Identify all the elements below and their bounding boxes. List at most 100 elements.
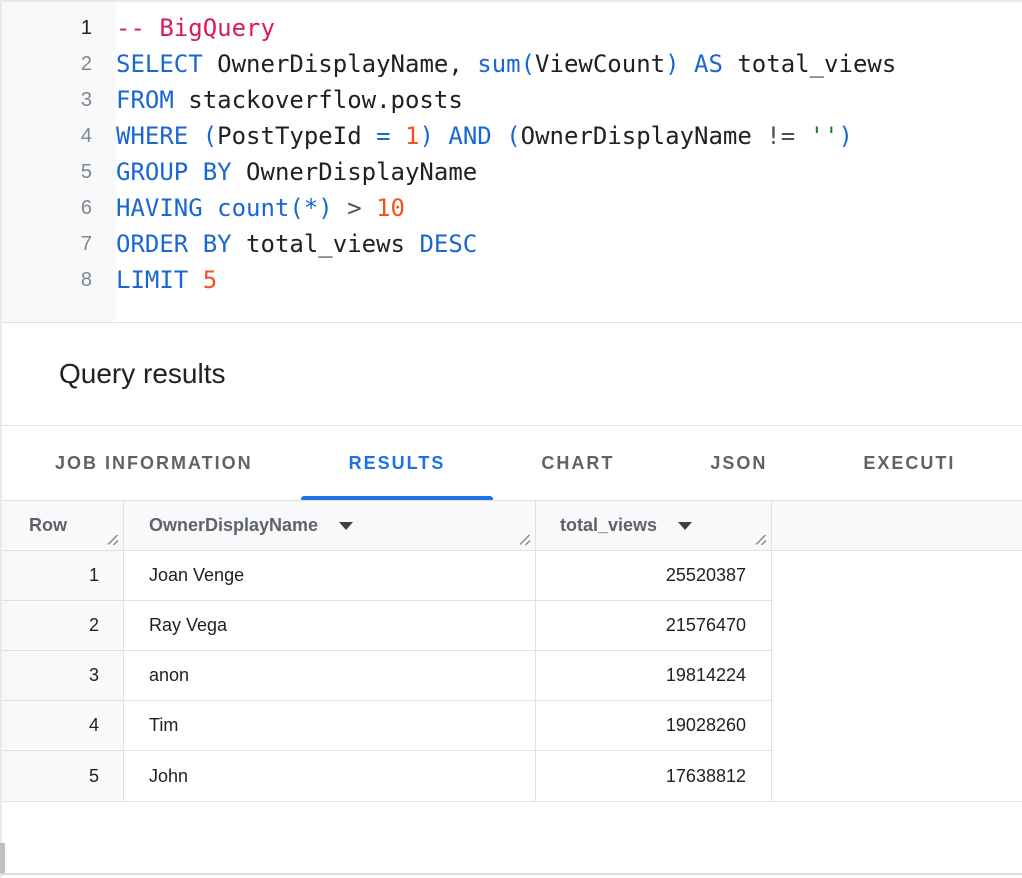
code-token — [188, 266, 202, 294]
table-row: 2Ray Vega21576470 — [2, 601, 1022, 651]
code-token: FROM — [116, 86, 174, 114]
bottom-divider — [0, 873, 1022, 875]
code-token: ViewCount — [535, 50, 665, 78]
code-token: total_views — [232, 230, 420, 258]
row-number-cell: 4 — [2, 701, 124, 751]
column-label: OwnerDisplayName — [149, 515, 318, 536]
total-views-cell: 21576470 — [536, 601, 772, 651]
code-token: OwnerDisplayName — [232, 158, 478, 186]
column-header-row[interactable]: Row — [2, 501, 124, 550]
code-token: total_views — [723, 50, 896, 78]
page-title: Query results — [59, 358, 226, 390]
code-token: -- BigQuery — [116, 14, 275, 42]
results-table-body: 1Joan Venge255203872Ray Vega215764703ano… — [2, 551, 1022, 802]
filler-cell — [772, 751, 1022, 801]
results-tab-bar: JOB INFORMATIONRESULTSCHARTJSONEXECUTI — [2, 426, 1022, 501]
code-line: ORDER BY total_views DESC — [116, 226, 1022, 262]
column-resize-grip-icon[interactable] — [106, 533, 119, 546]
row-number-cell: 3 — [2, 651, 124, 701]
column-label: Row — [29, 515, 67, 536]
code-token — [492, 122, 506, 150]
code-line: FROM stackoverflow.posts — [116, 82, 1022, 118]
code-token: 10 — [376, 194, 405, 222]
line-number: 6 — [2, 190, 116, 226]
code-line: -- BigQuery — [116, 10, 1022, 46]
line-number: 1 — [2, 10, 116, 46]
code-token — [188, 122, 202, 150]
total-views-cell: 25520387 — [536, 551, 772, 601]
table-row: 4Tim19028260 — [2, 701, 1022, 751]
code-line: SELECT OwnerDisplayName, sum(ViewCount) … — [116, 46, 1022, 82]
code-token — [391, 122, 405, 150]
line-number: 5 — [2, 154, 116, 190]
tab-chart[interactable]: CHART — [493, 426, 662, 500]
code-token: ( — [506, 122, 520, 150]
line-number: 2 — [2, 46, 116, 82]
owner-display-name-cell: anon — [124, 651, 536, 701]
table-row: 1Joan Venge25520387 — [2, 551, 1022, 601]
code-token: GROUP BY — [116, 158, 232, 186]
code-line: HAVING count(*) > 10 — [116, 190, 1022, 226]
line-number: 3 — [2, 82, 116, 118]
line-number: 7 — [2, 226, 116, 262]
code-token: sum( — [477, 50, 535, 78]
code-token: 5 — [203, 266, 217, 294]
column-label: total_views — [560, 515, 657, 536]
row-number-cell: 2 — [2, 601, 124, 651]
tab-json[interactable]: JSON — [662, 426, 815, 500]
row-number-cell: 5 — [2, 751, 124, 801]
code-token: = — [376, 122, 390, 150]
code-token: ORDER BY — [116, 230, 232, 258]
code-token: PostTypeId — [217, 122, 376, 150]
code-token: '' — [810, 122, 839, 150]
code-token: != — [766, 122, 795, 150]
code-token: stackoverflow.posts — [174, 86, 463, 114]
column-header-ownerdisplayname[interactable]: OwnerDisplayName — [124, 501, 536, 550]
filler-cell — [772, 601, 1022, 651]
sort-dropdown-icon[interactable] — [678, 522, 692, 530]
filler-cell — [772, 551, 1022, 601]
code-token — [434, 122, 448, 150]
code-token: SELECT — [116, 50, 203, 78]
tab-results[interactable]: RESULTS — [301, 426, 494, 500]
owner-display-name-cell: Tim — [124, 701, 536, 751]
column-resize-grip-icon[interactable] — [754, 533, 767, 546]
table-header-row: Row OwnerDisplayName total_views — [2, 501, 1022, 551]
code-token: ) — [665, 50, 679, 78]
column-header-filler — [772, 501, 1022, 550]
bigquery-panel: 12345678 -- BigQuerySELECT OwnerDisplayN… — [0, 0, 1022, 878]
code-token: AS — [694, 50, 723, 78]
tab-executi[interactable]: EXECUTI — [815, 426, 1003, 500]
row-number-cell: 1 — [2, 551, 124, 601]
scrollbar-thumb[interactable] — [0, 843, 5, 874]
code-token — [795, 122, 809, 150]
code-token: WHERE — [116, 122, 188, 150]
total-views-cell: 19814224 — [536, 651, 772, 701]
code-token: 1 — [405, 122, 419, 150]
code-line: LIMIT 5 — [116, 262, 1022, 298]
sort-dropdown-icon[interactable] — [339, 522, 353, 530]
code-token: OwnerDisplayName, — [203, 50, 478, 78]
column-header-total-views[interactable]: total_views — [536, 501, 772, 550]
code-token: LIMIT — [116, 266, 188, 294]
code-token: AND — [448, 122, 491, 150]
owner-display-name-cell: Ray Vega — [124, 601, 536, 651]
table-row: 5John17638812 — [2, 751, 1022, 801]
code-token: count(*) — [217, 194, 333, 222]
sql-editor[interactable]: 12345678 -- BigQuery SELECT OwnerDisplayN… — [2, 2, 1022, 323]
code-token — [680, 50, 694, 78]
code-token — [203, 194, 217, 222]
table-row: 3anon19814224 — [2, 651, 1022, 701]
owner-display-name-cell: John — [124, 751, 536, 801]
code-token: > — [347, 194, 361, 222]
code-token — [362, 194, 376, 222]
code-line: GROUP BY OwnerDisplayName — [116, 154, 1022, 190]
code-token — [333, 194, 347, 222]
tab-job-information[interactable]: JOB INFORMATION — [7, 426, 301, 500]
editor-gutter: 12345678 — [2, 2, 116, 322]
filler-cell — [772, 701, 1022, 751]
sql-editor-code[interactable]: -- BigQuery SELECT OwnerDisplayName, sum(… — [116, 2, 1022, 322]
total-views-cell: 17638812 — [536, 751, 772, 801]
column-resize-grip-icon[interactable] — [518, 533, 531, 546]
line-number: 8 — [2, 262, 116, 298]
